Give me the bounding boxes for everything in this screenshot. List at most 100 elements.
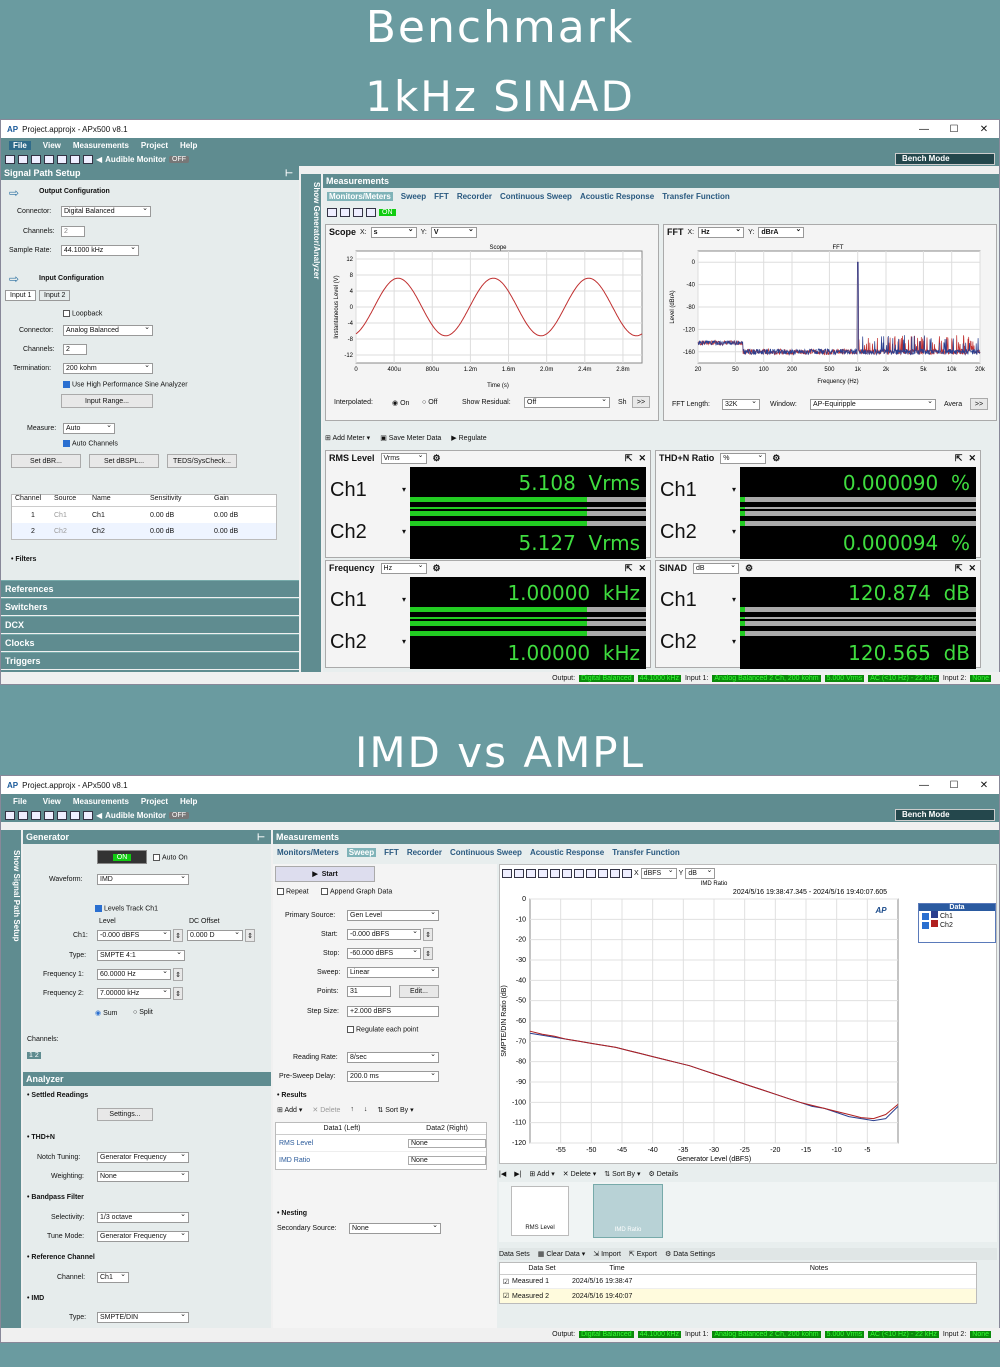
legend-item-ch1[interactable]: Ch1 — [919, 911, 995, 920]
tab-fft[interactable]: FFT — [434, 192, 449, 201]
audible-monitor-toggle[interactable]: OFF — [169, 155, 190, 163]
tab-acoustic-response[interactable]: Acoustic Response — [580, 192, 654, 201]
reading-rate-select[interactable]: 8/sec — [347, 1050, 439, 1063]
menu-view[interactable]: View — [43, 141, 61, 150]
filters-section[interactable]: • Filters — [11, 556, 36, 563]
new-icon[interactable] — [5, 810, 15, 820]
menu-file[interactable]: File — [9, 140, 31, 150]
thumb-rms-level[interactable]: RMS Level — [511, 1186, 569, 1236]
cell-gain[interactable]: 0.00 dB — [214, 528, 274, 535]
fft-length-select[interactable]: 32K — [722, 397, 760, 410]
export-button[interactable]: ⇱ Export — [629, 1250, 657, 1258]
legend-item-ch2[interactable]: Ch2 — [919, 920, 995, 929]
ch1-level-field[interactable]: -0.000 dBFS — [97, 928, 171, 941]
cell-sensitivity[interactable]: 0.00 dB — [150, 528, 214, 535]
weighting-select[interactable]: None — [97, 1169, 189, 1182]
close-icon[interactable]: ✕ — [638, 453, 646, 464]
start-button[interactable]: ▶ Start — [275, 866, 375, 882]
settings-button[interactable]: Settings... — [97, 1108, 153, 1121]
hp-sine-checkbox[interactable]: Use High Performance Sine Analyzer — [63, 381, 188, 388]
table-row[interactable]: IMD Ratio None — [276, 1152, 486, 1169]
stop-level-stepper[interactable]: ⇕ — [423, 947, 433, 960]
results-section[interactable]: • Results — [277, 1092, 307, 1099]
tab-sweep[interactable]: Sweep — [346, 848, 377, 857]
result-data2-select[interactable]: None — [408, 1138, 486, 1148]
close-icon[interactable]: ✕ — [968, 453, 976, 464]
chevron-down-icon[interactable]: ▾ — [732, 527, 736, 536]
new-icon[interactable] — [5, 154, 15, 164]
termination-select[interactable]: 200 kohm — [63, 361, 153, 374]
waveform-select[interactable]: IMD — [97, 872, 189, 885]
results-add-button[interactable]: ⊞ Add ▾ — [277, 1106, 302, 1114]
input-connector-select[interactable]: Analog Balanced — [63, 323, 153, 336]
chevron-down-icon[interactable]: ▾ — [402, 485, 406, 494]
sum-radio[interactable]: ◉ Sum — [95, 1009, 117, 1017]
primary-source-select[interactable]: Gen Level — [347, 908, 439, 921]
chevron-down-icon[interactable]: ▾ — [732, 595, 736, 604]
fft-x-unit[interactable]: Hz — [698, 225, 745, 238]
auto-on-checkbox[interactable]: Auto On — [153, 854, 188, 861]
results-delete-button[interactable]: ✕ Delete — [312, 1106, 340, 1114]
minimize-button[interactable]: — — [909, 780, 939, 791]
clear-data-button[interactable]: ▦ Clear Data ▾ — [538, 1250, 586, 1258]
fft-mode-icon[interactable] — [353, 208, 363, 217]
menu-view[interactable]: View — [43, 797, 61, 806]
points-field[interactable]: 31 — [347, 986, 391, 997]
meter-icon[interactable] — [70, 810, 80, 820]
edit-points-button[interactable]: Edit... — [399, 985, 439, 998]
tune-mode-select[interactable]: Generator Frequency — [97, 1229, 189, 1242]
meter-unit-select[interactable]: Hz — [380, 561, 427, 574]
graph-sort-button[interactable]: ⇅ Sort By ▾ — [604, 1170, 640, 1178]
teds-button[interactable]: TEDS/SysCheck... — [167, 454, 237, 468]
meter-unit-select[interactable]: % — [720, 451, 767, 464]
measure-select[interactable]: Auto — [63, 421, 115, 434]
refch-section[interactable]: • Reference Channel — [27, 1254, 95, 1261]
tab-input-2[interactable]: Input 2 — [39, 290, 71, 301]
graph-details-button[interactable]: ⚙ Details — [649, 1170, 679, 1178]
import-button[interactable]: ⇲ Import — [593, 1250, 621, 1258]
selectivity-select[interactable]: 1/3 octave — [97, 1210, 189, 1223]
save-icon[interactable] — [31, 810, 41, 820]
show-signal-path-strip[interactable]: Show Signal Path Setup — [1, 830, 21, 1330]
tab-recorder[interactable]: Recorder — [407, 848, 442, 857]
bench-mode-select[interactable]: Bench Mode — [895, 153, 995, 165]
meter-unit-select[interactable]: Vrms — [380, 451, 427, 464]
levels-track-checkbox[interactable]: Levels Track Ch1 — [95, 905, 158, 912]
graph-tool-icon[interactable] — [610, 868, 620, 878]
tab-fft[interactable]: FFT — [384, 848, 399, 857]
channel-chips[interactable]: 1 2 — [27, 1052, 41, 1059]
scope-x-unit[interactable]: s — [370, 225, 417, 238]
graph-tool-icon[interactable] — [514, 868, 524, 878]
stop-level-field[interactable]: -60.000 dBFS — [347, 946, 421, 959]
cell-name[interactable]: Ch2 — [92, 528, 150, 535]
generator-icon[interactable] — [57, 154, 67, 164]
tab-monitors-meters[interactable]: Monitors/Meters — [327, 192, 393, 201]
interp-on-radio[interactable]: ◉ On — [392, 399, 409, 407]
menu-project[interactable]: Project — [141, 141, 168, 150]
thumb-imd-ratio[interactable]: IMD Ratio — [593, 1184, 663, 1238]
nesting-section[interactable]: • Nesting — [277, 1210, 307, 1217]
popout-icon[interactable]: ⇱ — [625, 453, 633, 464]
zoom-icon[interactable] — [562, 868, 572, 878]
graph-tool-icon[interactable] — [502, 868, 512, 878]
results-sort-button[interactable]: ⇅ Sort By ▾ — [377, 1106, 413, 1114]
split-radio[interactable]: ○ Split — [133, 1009, 153, 1016]
graph-add-button[interactable]: ⊞ Add ▾ — [529, 1170, 554, 1178]
regulate-checkbox[interactable]: Regulate each point — [347, 1026, 418, 1033]
popout-icon[interactable]: ⇱ — [955, 453, 963, 464]
ch1-dc-stepper[interactable]: ⇕ — [245, 929, 255, 942]
output-connector-select[interactable]: Digital Balanced — [61, 204, 151, 217]
menu-project[interactable]: Project — [141, 797, 168, 806]
trend-mode-icon[interactable] — [366, 208, 376, 217]
input-range-button[interactable]: Input Range... — [61, 394, 153, 408]
presweep-select[interactable]: 200.0 ms — [347, 1069, 439, 1082]
ch1-dc-offset-field[interactable]: 0.000 D — [187, 928, 243, 941]
chevron-down-icon[interactable]: ▾ — [402, 595, 406, 604]
graph-icon[interactable] — [83, 810, 93, 820]
output-channels-field[interactable]: 2 — [61, 226, 85, 237]
input-channels-field[interactable]: 2 — [63, 344, 87, 355]
interp-off-radio[interactable]: ○ Off — [422, 399, 437, 406]
pin-icon[interactable]: ⊢ — [257, 832, 265, 843]
table-row[interactable]: ☑ Measured 1 2024/5/16 19:38:47 — [500, 1275, 976, 1289]
chevron-down-icon[interactable]: ▾ — [402, 637, 406, 646]
